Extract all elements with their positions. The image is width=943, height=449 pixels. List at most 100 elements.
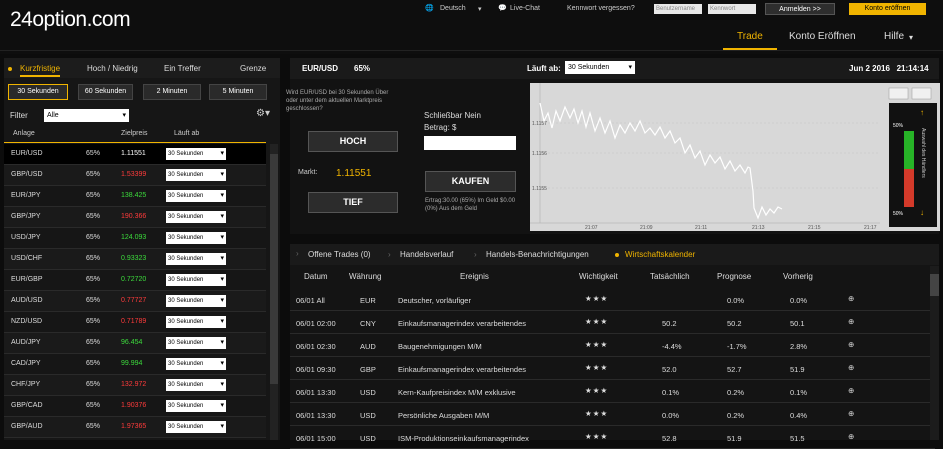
expand-icon[interactable]: ⊕ <box>848 317 854 326</box>
asset-price: 0.71789 <box>121 318 147 325</box>
forgot-password-link[interactable]: Kennwort vergessen? <box>567 5 635 12</box>
asset-row[interactable]: GBP/AUD 65% 1.97365 30 Sekunden <box>4 417 266 438</box>
trade-panel: EUR/USD 65% Läuft ab: 30 Sekunden Jun 2 … <box>286 58 940 234</box>
asset-row[interactable]: CHF/JPY 65% 132.972 30 Sekunden <box>4 375 266 396</box>
expiry-select[interactable]: 30 Sekunden <box>166 253 226 265</box>
tab-trade-history[interactable]: Handelsverlauf <box>400 250 453 259</box>
importance-stars: ★★★ <box>585 432 609 441</box>
expiry-select[interactable]: 30 Sekunden <box>166 211 226 223</box>
asset-name: AUD/USD <box>11 297 43 304</box>
nav-help[interactable]: Hilfe <box>884 31 904 42</box>
expiry-select[interactable]: 30 Sekunden <box>166 169 226 181</box>
chart-type-button[interactable] <box>911 87 932 100</box>
active-dot <box>615 253 619 257</box>
time-button-2m[interactable]: 2 Minuten <box>143 84 201 100</box>
expiry-select[interactable]: 30 Sekunden <box>166 232 226 244</box>
expiry-select[interactable]: 30 Sekunden <box>166 316 226 328</box>
expand-icon[interactable]: ⊕ <box>848 340 854 349</box>
event-currency: USD <box>360 411 376 420</box>
expiry-select[interactable]: 30 Sekunden <box>166 148 226 160</box>
expiry-select[interactable]: 30 Sekunden <box>166 190 226 202</box>
trade-datetime: Jun 2 2016 21:14:14 <box>849 64 929 73</box>
event-forecast: 0.2% <box>727 411 745 420</box>
yield-text: Ertrag:30.00 (65%) Im Geld $0.00 (0%) Au… <box>425 198 516 212</box>
expand-icon[interactable]: ⊕ <box>848 363 854 372</box>
expiry-select[interactable]: 30 Sekunden <box>166 295 226 307</box>
buy-button[interactable]: KAUFEN <box>425 171 516 192</box>
globe-icon: 🌐 <box>425 5 434 12</box>
asset-price: 132.972 <box>121 381 147 388</box>
gear-icon[interactable]: ⚙▾ <box>256 108 270 119</box>
language-select[interactable]: Deutsch <box>440 5 466 12</box>
nav-trade[interactable]: Trade <box>737 31 763 42</box>
time-button-30s[interactable]: 30 Sekunden <box>8 84 68 100</box>
expiry-select[interactable]: 30 Sekunden <box>166 379 226 391</box>
sentiment-high-bar <box>904 131 914 169</box>
asset-row[interactable]: GBP/JPY 65% 190.366 30 Sekunden <box>4 207 266 228</box>
live-chat-link[interactable]: Live-Chat <box>510 5 540 12</box>
trade-asset: EUR/USD <box>302 64 339 73</box>
expand-icon[interactable]: ⊕ <box>848 294 854 303</box>
tab-one-touch[interactable]: Ein Treffer <box>164 64 201 73</box>
expand-icon[interactable]: ⊕ <box>848 386 854 395</box>
scrollbar[interactable] <box>930 266 939 440</box>
expiry-select[interactable]: 30 Sekunden <box>166 421 226 433</box>
amount-input[interactable] <box>424 136 516 150</box>
high-button[interactable]: HOCH <box>308 131 398 152</box>
expiry-select[interactable]: 30 Sekunden <box>166 400 226 412</box>
expiry-select[interactable]: 30 Sekunden <box>166 337 226 349</box>
expiry-select[interactable]: 30 Sekunden <box>166 274 226 286</box>
tab-economic-calendar[interactable]: Wirtschaftskalender <box>625 250 695 259</box>
price-chart-svg: 1.1157 1.1156 1.1155 21:07 21:09 21:11 2… <box>530 83 937 231</box>
open-account-button[interactable]: Konto eröffnen <box>849 3 926 15</box>
event-name: Baugenehmigungen M/M <box>398 342 482 351</box>
asset-row[interactable]: USD/CHF 65% 0.93323 30 Sekunden <box>4 249 266 270</box>
tab-boundary[interactable]: Grenze <box>240 64 266 73</box>
nav-open-account[interactable]: Konto Eröffnen <box>789 31 856 42</box>
importance-stars: ★★★ <box>585 340 609 349</box>
chart-type-button[interactable] <box>888 87 909 100</box>
asset-row[interactable]: EUR/USD 65% 1.11551 30 Sekunden <box>4 144 266 165</box>
expiry-select[interactable]: 30 Sekunden <box>565 61 635 74</box>
password-input[interactable]: Kennwort <box>708 4 756 14</box>
asset-row[interactable]: EUR/GBP 65% 0.72720 30 Sekunden <box>4 270 266 291</box>
tab-open-trades[interactable]: Offene Trades (0) <box>308 250 371 259</box>
top-bar: 24option.com 🌐 Deutsch ▾ 💬 Live-Chat Ken… <box>0 0 943 54</box>
tab-trade-alerts[interactable]: Handels-Benachrichtigungen <box>486 250 589 259</box>
asset-row[interactable]: CAD/JPY 65% 99.994 30 Sekunden <box>4 354 266 375</box>
time-button-5m[interactable]: 5 Minuten <box>209 84 267 100</box>
arrow-up-icon: ↑ <box>920 108 924 117</box>
username-input[interactable]: Benutzername <box>654 4 702 14</box>
time-button-60s[interactable]: 60 Sekunden <box>78 84 133 100</box>
logo[interactable]: 24option.com <box>10 8 131 32</box>
scrollbar[interactable] <box>270 144 278 440</box>
low-button[interactable]: TIEF <box>308 192 398 213</box>
filter-select[interactable]: Alle <box>44 109 129 122</box>
asset-row[interactable]: USD/JPY 65% 124.093 30 Sekunden <box>4 228 266 249</box>
tab-short-term[interactable]: Kurzfristige <box>20 64 61 77</box>
expand-icon[interactable]: ⊕ <box>848 409 854 418</box>
x-tick: 21:17 <box>864 225 877 231</box>
scrollbar-thumb[interactable] <box>930 274 939 296</box>
asset-name: EUR/GBP <box>11 276 43 283</box>
y-tick: 1.1156 <box>532 151 547 157</box>
asset-row[interactable]: AUD/JPY 65% 96.454 30 Sekunden <box>4 333 266 354</box>
asset-row[interactable]: NZD/USD 65% 0.71789 30 Sekunden <box>4 312 266 333</box>
asset-row[interactable]: GBP/CAD 65% 1.90376 30 Sekunden <box>4 396 266 417</box>
event-name: Deutscher, vorläufiger <box>398 296 471 305</box>
event-forecast: 50.2 <box>727 319 742 328</box>
tab-high-low[interactable]: Hoch / Niedrig <box>87 64 138 73</box>
event-currency: CNY <box>360 319 376 328</box>
asset-name: NZD/USD <box>11 318 43 325</box>
asset-row[interactable]: AUD/USD 65% 0.77727 30 Sekunden <box>4 291 266 312</box>
expiry-select[interactable]: 30 Sekunden <box>166 358 226 370</box>
event-date: 06/01 13:30 <box>296 388 336 397</box>
price-chart: 1.1157 1.1156 1.1155 21:07 21:09 21:11 2… <box>530 83 940 231</box>
asset-row[interactable]: GBP/USD 65% 1.53399 30 Sekunden <box>4 165 266 186</box>
scrollbar-thumb[interactable] <box>270 154 278 384</box>
asset-row[interactable]: EUR/JPY 65% 138.425 30 Sekunden <box>4 186 266 207</box>
importance-stars: ★★★ <box>585 363 609 372</box>
column-actual: Tatsächlich <box>650 272 690 281</box>
login-button[interactable]: Anmelden >> <box>765 3 835 15</box>
event-currency: GBP <box>360 365 376 374</box>
